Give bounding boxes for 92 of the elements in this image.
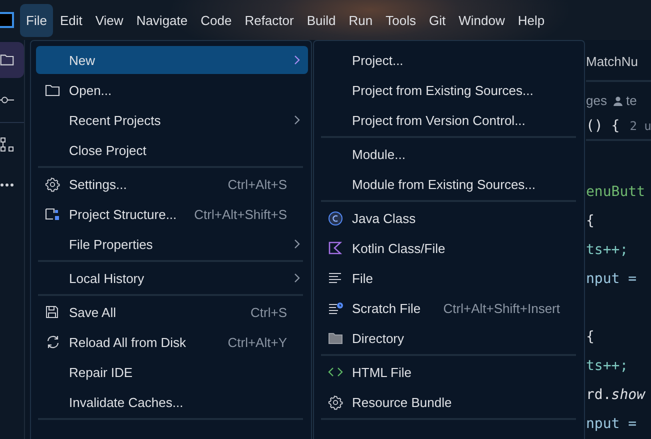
menu-item-label: Invalidate Caches... [69, 394, 184, 410]
menu-item[interactable]: Project from Version Control... [319, 106, 581, 134]
menu-item-label: Settings... [69, 176, 128, 192]
menu-item-label: Module... [352, 146, 406, 162]
menu-item[interactable]: Edit [54, 4, 88, 36]
menu-item[interactable]: Help [512, 4, 551, 36]
shortcut-label: Ctrl+Alt+S [228, 176, 287, 192]
menu-item[interactable]: Project from Existing Sources... [319, 76, 581, 104]
menu-item[interactable]: Local History [36, 264, 308, 292]
code-line: rd.show [586, 387, 646, 404]
menu-item[interactable]: HTML File [319, 358, 581, 386]
menu-item-label: New [69, 52, 96, 68]
menu-item[interactable]: Tools [380, 4, 422, 36]
menu-item[interactable]: Scratch File Ctrl+Alt+Shift+Insert [319, 294, 581, 322]
code-line: ts++; [586, 358, 628, 374]
menu-item-label: Local History [69, 270, 146, 286]
text-file-icon [328, 272, 342, 284]
menu-item[interactable]: Reload All from Disk Ctrl+Alt+Y [36, 328, 308, 356]
person-icon [612, 96, 623, 106]
settings-icon [45, 176, 60, 192]
menu-item[interactable]: Repair IDE [36, 358, 308, 386]
editor-tab[interactable]: MatchNu [586, 54, 638, 69]
menu-item-label: Repair IDE [69, 364, 134, 380]
menu-item-label: File Properties [69, 236, 154, 252]
menu-item-label: HTML File [352, 364, 412, 380]
reload-icon [45, 335, 61, 349]
code-line: { [586, 329, 594, 346]
menu-item[interactable]: File Properties [36, 230, 308, 258]
menu-item[interactable]: Open... [36, 76, 308, 104]
menu-item-label: Close Project [69, 142, 148, 158]
menu-item-label: Open... [69, 82, 113, 98]
settings-icon [328, 394, 343, 410]
code-line: nput = [586, 271, 637, 288]
menu-item[interactable]: Code [194, 4, 238, 36]
folder-icon [328, 332, 343, 344]
folder-icon [45, 84, 60, 96]
menu-item[interactable]: Java Class [319, 204, 581, 232]
menu-item[interactable]: Run [342, 4, 379, 36]
menu-item[interactable]: Git [422, 4, 452, 36]
menu-item-label: Project... [352, 52, 404, 68]
shortcut-label: Ctrl+Alt+Shift+Insert [443, 300, 560, 316]
menu-item[interactable]: Window [452, 4, 511, 36]
menu-item[interactable]: Refactor [238, 4, 300, 36]
menu-item[interactable]: Kotlin Class/File [319, 234, 581, 262]
shortcut-label: Ctrl+Alt+Y [228, 334, 287, 350]
menu-item[interactable]: Invalidate Caches... [36, 388, 308, 416]
menu-item[interactable]: Navigate [130, 4, 194, 36]
class-icon [328, 210, 343, 226]
menu-item[interactable]: Save All Ctrl+S [36, 298, 308, 326]
menu-item[interactable]: Recent Projects [36, 106, 308, 134]
menu-item-label: Java Class [352, 210, 417, 226]
project-icon[interactable] [0, 42, 24, 78]
menu-item[interactable]: Build [300, 4, 342, 36]
menu-item-label: Scratch File [352, 300, 422, 316]
menu-item[interactable]: View [89, 4, 130, 36]
code-line: enuButt [586, 184, 646, 200]
menu-item-label: Save All [69, 304, 117, 320]
menu-item-label: Reload All from Disk [69, 334, 188, 350]
shortcut-label: Ctrl+S [250, 304, 287, 320]
menu-item-label: Project Structure... [69, 206, 178, 222]
menu-item[interactable]: Project... [319, 46, 581, 74]
inlay-hint: 2 u [630, 118, 651, 133]
menu-item[interactable]: Resource Bundle [319, 388, 581, 416]
menu-item[interactable]: Project Structure... Ctrl+Alt+Shift+S [36, 200, 308, 228]
menu-item[interactable]: Module from Existing Sources... [319, 170, 581, 198]
menu-item-label: Resource Bundle [352, 394, 453, 410]
menu-item-label: Kotlin Class/File [352, 240, 446, 256]
menu-item[interactable]: File [319, 264, 581, 292]
menu-item[interactable]: File [20, 4, 53, 36]
menu-item-label: Recent Projects [69, 112, 162, 128]
code-text: () { [586, 118, 620, 134]
scratch-file-icon [328, 302, 343, 314]
structure-icon [45, 207, 60, 221]
code-line: nput = [586, 416, 637, 432]
menu-item[interactable]: Settings... Ctrl+Alt+S [36, 170, 308, 198]
code-brackets-icon [328, 366, 343, 378]
menu-item[interactable]: New [36, 46, 308, 74]
save-icon [45, 305, 59, 319]
usages-hint: ges [586, 93, 607, 108]
shortcut-label: Ctrl+Alt+Shift+S [194, 206, 287, 222]
code-line: ts++; [586, 242, 628, 258]
menu-item-label: Project from Version Control... [352, 112, 526, 128]
code-line: { [586, 213, 594, 230]
menu-item[interactable]: Module... [319, 140, 581, 168]
menu-item-label: Directory [352, 330, 406, 346]
menu-item[interactable]: Directory [319, 324, 581, 352]
menu-item[interactable]: Close Project [36, 136, 308, 164]
menu-item-label: Project from Existing Sources... [352, 82, 534, 98]
kotlin-icon [328, 241, 342, 255]
author-hint: te [626, 93, 637, 108]
menu-item-label: Module from Existing Sources... [352, 176, 537, 192]
menu-item-label: File [352, 270, 374, 286]
